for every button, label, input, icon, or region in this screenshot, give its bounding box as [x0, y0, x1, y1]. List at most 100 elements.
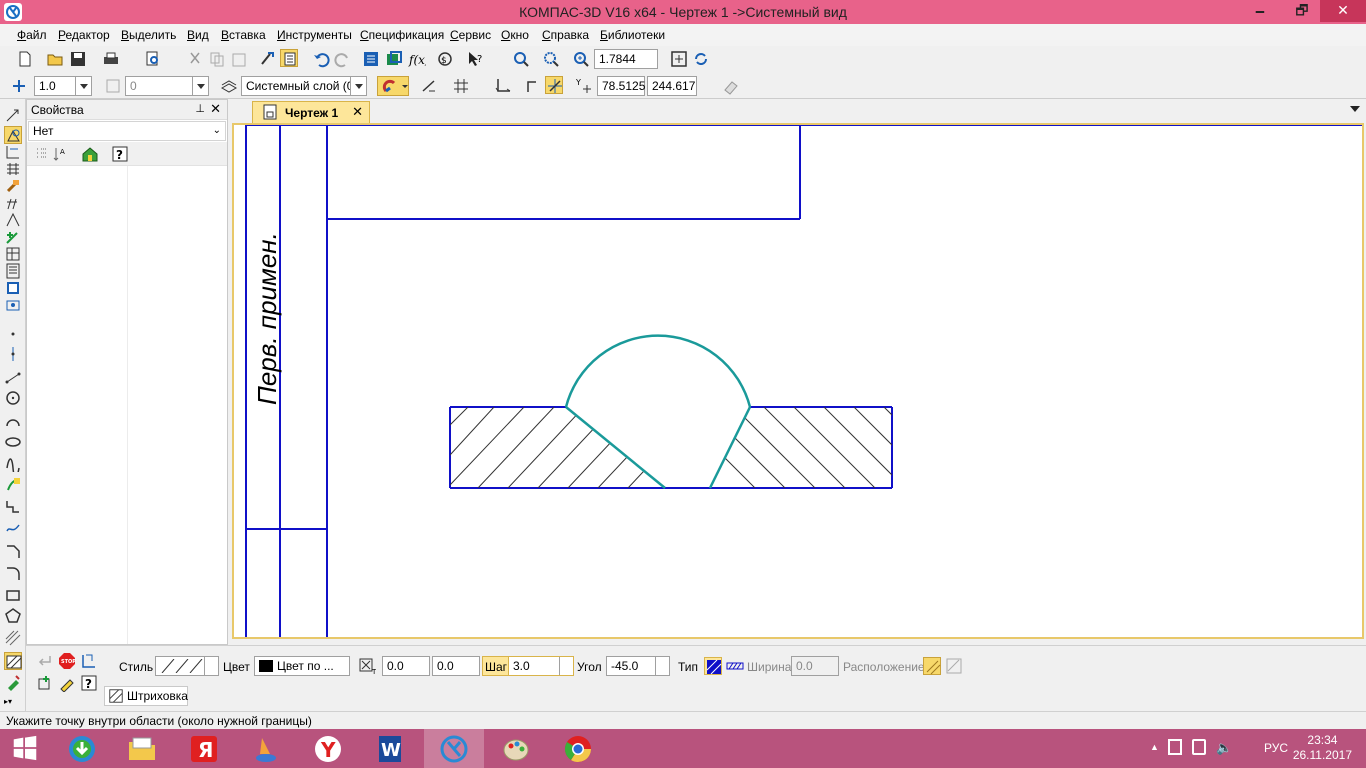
reports-icon[interactable]: [4, 279, 22, 297]
tab-hatching[interactable]: Штриховка: [104, 686, 188, 706]
open-folder-icon[interactable]: [46, 50, 64, 68]
hatch-type-strip-icon[interactable]: [726, 657, 744, 675]
edit-pen-icon[interactable]: [58, 674, 76, 693]
save-icon[interactable]: [69, 50, 87, 68]
menu-libraries[interactable]: Библиотеки: [600, 28, 665, 42]
ortho-mode-icon[interactable]: [524, 77, 542, 95]
edit-panel-icon[interactable]: [4, 177, 22, 195]
eraser-icon[interactable]: [722, 77, 740, 95]
zoom-in-icon[interactable]: [512, 50, 530, 68]
spline-icon[interactable]: [4, 454, 22, 478]
new-document-icon[interactable]: [16, 50, 34, 68]
taskbar-chrome[interactable]: [548, 729, 608, 768]
pin-icon[interactable]: ⊥: [195, 102, 205, 115]
local-cs-icon[interactable]: [494, 77, 512, 95]
print-preview-icon[interactable]: [144, 50, 162, 68]
hatch-color-select[interactable]: Цвет по ...: [254, 656, 350, 676]
measurements-icon[interactable]: [4, 211, 22, 229]
orthogonal-icon[interactable]: [420, 77, 438, 95]
tab-close-button[interactable]: ✕: [352, 104, 363, 120]
redo-icon[interactable]: [334, 50, 352, 68]
cut-icon[interactable]: [186, 50, 204, 68]
tray-expand-icon[interactable]: ▲: [1150, 742, 1159, 752]
dimensions-icon[interactable]: [4, 143, 22, 161]
help-pointer-icon[interactable]: ?: [466, 50, 484, 68]
menu-select[interactable]: Выделить: [121, 28, 176, 42]
start-button[interactable]: [0, 729, 52, 768]
menu-edit[interactable]: Редактор: [58, 28, 110, 42]
hatch-angle-field[interactable]: -45.0: [606, 656, 670, 676]
tab-list-dropdown-icon[interactable]: [1350, 106, 1360, 112]
help-icon[interactable]: ?: [111, 145, 129, 163]
taskbar-yandex[interactable]: Я: [174, 729, 234, 768]
taskbar-paint-app[interactable]: [236, 729, 296, 768]
parametrization-icon[interactable]: [4, 194, 22, 212]
arc-contour[interactable]: [564, 334, 752, 489]
menu-help[interactable]: Справка: [542, 28, 589, 42]
panel-scroll-icon[interactable]: ▸▾: [4, 697, 12, 706]
origin-x-field[interactable]: 0.0: [382, 656, 430, 676]
stop-icon[interactable]: STOP: [58, 652, 76, 670]
zoom-scale-field[interactable]: 1.7844: [594, 49, 658, 69]
hatch-step-field[interactable]: 3.0: [508, 656, 574, 676]
selection-icon[interactable]: [4, 228, 22, 246]
geometry-icon[interactable]: [4, 107, 22, 125]
show-all-icon[interactable]: [670, 50, 688, 68]
create-object-icon[interactable]: [36, 674, 54, 692]
print-icon[interactable]: [102, 50, 120, 68]
origin-y-field[interactable]: 0.0: [432, 656, 480, 676]
taskbar-kompas[interactable]: [424, 729, 484, 768]
grid-icon[interactable]: [452, 77, 470, 95]
fill-icon[interactable]: [4, 674, 22, 692]
associative-views-icon[interactable]: [4, 245, 22, 263]
hatch-type-fill-icon[interactable]: [704, 657, 722, 675]
hatch-width-field[interactable]: 0.0: [791, 656, 839, 676]
library-manager-icon[interactable]: [385, 50, 403, 68]
taskbar-file-explorer[interactable]: [112, 729, 172, 768]
properties-toggle-icon[interactable]: [280, 49, 298, 67]
clock[interactable]: 23:34 26.11.2017: [1293, 733, 1352, 763]
context-help-icon[interactable]: ?: [80, 674, 98, 692]
undo-icon[interactable]: [312, 50, 330, 68]
zoom-scale-icon[interactable]: [572, 50, 590, 68]
menu-service[interactable]: Сервис: [450, 28, 491, 42]
enter-arrow-icon[interactable]: [36, 652, 54, 670]
cursor-step-field[interactable]: 1.0: [34, 76, 92, 96]
minimize-button[interactable]: 🗕: [1246, 0, 1274, 22]
placement-front-icon[interactable]: [923, 657, 941, 675]
chamfer-icon[interactable]: [4, 542, 22, 560]
format-painter-icon[interactable]: [258, 50, 276, 68]
copy-icon[interactable]: [208, 50, 226, 68]
coordinate-y-field[interactable]: 244.6176: [647, 76, 697, 96]
home-icon[interactable]: [81, 145, 99, 163]
properties-close-button[interactable]: ✕: [210, 101, 221, 117]
menu-specification[interactable]: Спецификация: [360, 28, 444, 42]
drawing-canvas[interactable]: Перв. примен.: [232, 123, 1364, 639]
designations-icon[interactable]: [4, 160, 22, 178]
ellipse-icon[interactable]: [4, 433, 22, 451]
object-selector[interactable]: Нет ⌄: [28, 121, 226, 141]
arc-icon[interactable]: [4, 412, 22, 430]
menu-tools[interactable]: Инструменты: [277, 28, 352, 42]
volume-icon[interactable]: 🔈: [1216, 740, 1232, 756]
manager-icon[interactable]: [362, 50, 380, 68]
segment-icon[interactable]: [4, 369, 22, 387]
specification-icon[interactable]: [4, 262, 22, 280]
measure-icon[interactable]: $: [436, 50, 454, 68]
geometry-panel-icon[interactable]: [4, 126, 22, 144]
auxiliary-curve-icon[interactable]: [4, 476, 22, 494]
manual-contour-icon[interactable]: [80, 652, 98, 670]
menu-view[interactable]: Вид: [187, 28, 209, 42]
restore-button[interactable]: 🗗: [1288, 0, 1316, 22]
network-icon[interactable]: [1192, 739, 1206, 755]
variables-icon[interactable]: f(x): [408, 50, 430, 68]
fillet-icon[interactable]: [4, 564, 22, 582]
zoom-window-icon[interactable]: [542, 50, 560, 68]
menu-insert[interactable]: Вставка: [221, 28, 266, 42]
auxiliary-line-icon[interactable]: [4, 345, 22, 363]
list-view-icon[interactable]: [33, 145, 51, 163]
taskbar-word[interactable]: W: [360, 729, 420, 768]
coordinate-x-field[interactable]: 78.5125: [597, 76, 645, 96]
menu-file[interactable]: Файл: [17, 28, 47, 42]
refresh-icon[interactable]: [692, 50, 710, 68]
